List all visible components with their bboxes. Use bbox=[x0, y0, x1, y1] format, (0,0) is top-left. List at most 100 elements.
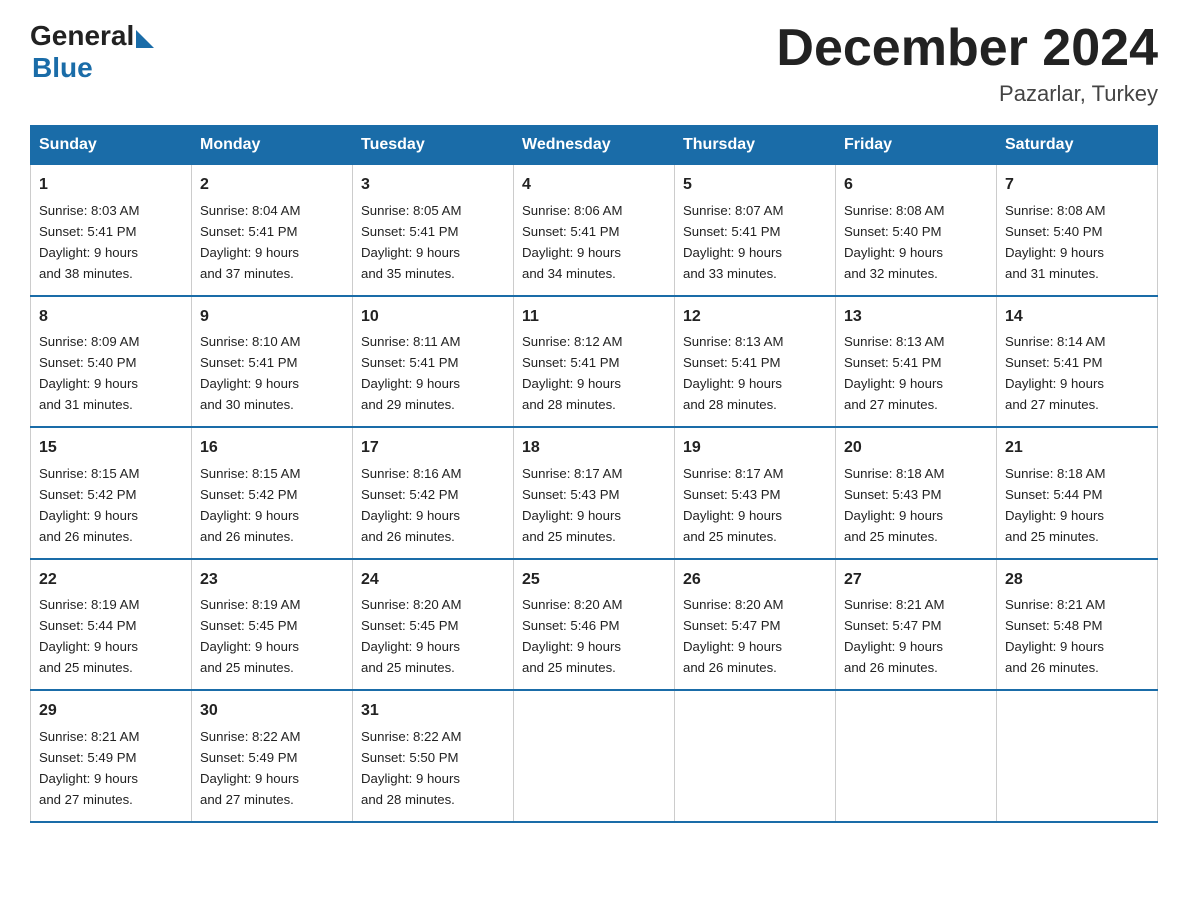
day-number: 15 bbox=[39, 436, 183, 461]
calendar-cell: 25 Sunrise: 8:20 AMSunset: 5:46 PMDayligh… bbox=[514, 559, 675, 690]
calendar-cell: 12 Sunrise: 8:13 AMSunset: 5:41 PMDayligh… bbox=[675, 296, 836, 427]
day-info: Sunrise: 8:16 AMSunset: 5:42 PMDaylight:… bbox=[361, 466, 461, 544]
day-number: 26 bbox=[683, 568, 827, 593]
day-info: Sunrise: 8:13 AMSunset: 5:41 PMDaylight:… bbox=[844, 334, 944, 412]
day-number: 1 bbox=[39, 173, 183, 198]
day-number: 10 bbox=[361, 305, 505, 330]
calendar-cell: 20 Sunrise: 8:18 AMSunset: 5:43 PMDayligh… bbox=[836, 427, 997, 558]
day-number: 31 bbox=[361, 699, 505, 724]
calendar-cell: 18Sunrise: 8:17 AMSunset: 5:43 PMDayligh… bbox=[514, 427, 675, 558]
day-number: 14 bbox=[1005, 305, 1149, 330]
day-info: Sunrise: 8:08 AMSunset: 5:40 PMDaylight:… bbox=[844, 203, 944, 281]
day-number: 13 bbox=[844, 305, 988, 330]
calendar-cell: 22Sunrise: 8:19 AMSunset: 5:44 PMDayligh… bbox=[31, 559, 192, 690]
calendar-cell: 26 Sunrise: 8:20 AMSunset: 5:47 PMDayligh… bbox=[675, 559, 836, 690]
day-number: 21 bbox=[1005, 436, 1149, 461]
calendar-week-row: 8 Sunrise: 8:09 AMSunset: 5:40 PMDaylight… bbox=[31, 296, 1158, 427]
day-info: Sunrise: 8:04 AMSunset: 5:41 PMDaylight:… bbox=[200, 203, 300, 281]
calendar-cell: 14 Sunrise: 8:14 AMSunset: 5:41 PMDayligh… bbox=[997, 296, 1158, 427]
day-info: Sunrise: 8:21 AMSunset: 5:49 PMDaylight:… bbox=[39, 729, 139, 807]
logo-general-text: General bbox=[30, 20, 134, 52]
calendar-cell: 13 Sunrise: 8:13 AMSunset: 5:41 PMDayligh… bbox=[836, 296, 997, 427]
day-info: Sunrise: 8:18 AMSunset: 5:43 PMDaylight:… bbox=[844, 466, 944, 544]
day-info: Sunrise: 8:08 AMSunset: 5:40 PMDaylight:… bbox=[1005, 203, 1105, 281]
day-number: 2 bbox=[200, 173, 344, 198]
calendar-cell: 24Sunrise: 8:20 AMSunset: 5:45 PMDayligh… bbox=[353, 559, 514, 690]
day-info: Sunrise: 8:19 AMSunset: 5:44 PMDaylight:… bbox=[39, 597, 139, 675]
page-subtitle: Pazarlar, Turkey bbox=[776, 81, 1158, 107]
calendar-cell: 17 Sunrise: 8:16 AMSunset: 5:42 PMDayligh… bbox=[353, 427, 514, 558]
calendar-cell: 15 Sunrise: 8:15 AMSunset: 5:42 PMDayligh… bbox=[31, 427, 192, 558]
day-info: Sunrise: 8:03 AMSunset: 5:41 PMDaylight:… bbox=[39, 203, 139, 281]
page-title: December 2024 bbox=[776, 20, 1158, 77]
day-info: Sunrise: 8:18 AMSunset: 5:44 PMDaylight:… bbox=[1005, 466, 1105, 544]
day-number: 11 bbox=[522, 305, 666, 330]
header-saturday: Saturday bbox=[997, 126, 1158, 165]
day-info: Sunrise: 8:15 AMSunset: 5:42 PMDaylight:… bbox=[200, 466, 300, 544]
day-info: Sunrise: 8:22 AMSunset: 5:49 PMDaylight:… bbox=[200, 729, 300, 807]
day-info: Sunrise: 8:21 AMSunset: 5:48 PMDaylight:… bbox=[1005, 597, 1105, 675]
day-number: 8 bbox=[39, 305, 183, 330]
header-tuesday: Tuesday bbox=[353, 126, 514, 165]
page-header: General Blue December 2024 Pazarlar, Tur… bbox=[30, 20, 1158, 107]
calendar-cell: 28 Sunrise: 8:21 AMSunset: 5:48 PMDayligh… bbox=[997, 559, 1158, 690]
day-number: 7 bbox=[1005, 173, 1149, 198]
day-number: 25 bbox=[522, 568, 666, 593]
calendar-cell: 11Sunrise: 8:12 AMSunset: 5:41 PMDayligh… bbox=[514, 296, 675, 427]
day-number: 29 bbox=[39, 699, 183, 724]
day-info: Sunrise: 8:20 AMSunset: 5:47 PMDaylight:… bbox=[683, 597, 783, 675]
calendar-cell bbox=[675, 690, 836, 821]
calendar-cell: 4 Sunrise: 8:06 AMSunset: 5:41 PMDaylight… bbox=[514, 165, 675, 296]
day-info: Sunrise: 8:15 AMSunset: 5:42 PMDaylight:… bbox=[39, 466, 139, 544]
day-number: 3 bbox=[361, 173, 505, 198]
calendar-cell: 31 Sunrise: 8:22 AMSunset: 5:50 PMDayligh… bbox=[353, 690, 514, 821]
day-info: Sunrise: 8:09 AMSunset: 5:40 PMDaylight:… bbox=[39, 334, 139, 412]
day-info: Sunrise: 8:14 AMSunset: 5:41 PMDaylight:… bbox=[1005, 334, 1105, 412]
calendar-cell: 9Sunrise: 8:10 AMSunset: 5:41 PMDaylight… bbox=[192, 296, 353, 427]
day-info: Sunrise: 8:07 AMSunset: 5:41 PMDaylight:… bbox=[683, 203, 783, 281]
day-number: 30 bbox=[200, 699, 344, 724]
calendar-cell: 29 Sunrise: 8:21 AMSunset: 5:49 PMDayligh… bbox=[31, 690, 192, 821]
calendar-cell: 19Sunrise: 8:17 AMSunset: 5:43 PMDayligh… bbox=[675, 427, 836, 558]
day-info: Sunrise: 8:11 AMSunset: 5:41 PMDaylight:… bbox=[361, 334, 460, 412]
calendar-header-row: Sunday Monday Tuesday Wednesday Thursday… bbox=[31, 126, 1158, 165]
day-info: Sunrise: 8:13 AMSunset: 5:41 PMDaylight:… bbox=[683, 334, 783, 412]
header-friday: Friday bbox=[836, 126, 997, 165]
calendar-cell bbox=[514, 690, 675, 821]
calendar-cell: 1 Sunrise: 8:03 AMSunset: 5:41 PMDaylight… bbox=[31, 165, 192, 296]
day-info: Sunrise: 8:22 AMSunset: 5:50 PMDaylight:… bbox=[361, 729, 461, 807]
day-number: 5 bbox=[683, 173, 827, 198]
day-number: 6 bbox=[844, 173, 988, 198]
calendar-cell bbox=[836, 690, 997, 821]
calendar-cell: 30 Sunrise: 8:22 AMSunset: 5:49 PMDayligh… bbox=[192, 690, 353, 821]
calendar-week-row: 29 Sunrise: 8:21 AMSunset: 5:49 PMDayligh… bbox=[31, 690, 1158, 821]
calendar-cell: 21 Sunrise: 8:18 AMSunset: 5:44 PMDayligh… bbox=[997, 427, 1158, 558]
header-sunday: Sunday bbox=[31, 126, 192, 165]
day-number: 12 bbox=[683, 305, 827, 330]
calendar-cell: 8 Sunrise: 8:09 AMSunset: 5:40 PMDaylight… bbox=[31, 296, 192, 427]
calendar-week-row: 15 Sunrise: 8:15 AMSunset: 5:42 PMDayligh… bbox=[31, 427, 1158, 558]
calendar-cell bbox=[997, 690, 1158, 821]
day-info: Sunrise: 8:21 AMSunset: 5:47 PMDaylight:… bbox=[844, 597, 944, 675]
title-block: December 2024 Pazarlar, Turkey bbox=[776, 20, 1158, 107]
day-info: Sunrise: 8:20 AMSunset: 5:46 PMDaylight:… bbox=[522, 597, 622, 675]
day-info: Sunrise: 8:17 AMSunset: 5:43 PMDaylight:… bbox=[683, 466, 783, 544]
logo-triangle-icon bbox=[136, 30, 154, 48]
calendar-cell: 3Sunrise: 8:05 AMSunset: 5:41 PMDaylight… bbox=[353, 165, 514, 296]
day-number: 18 bbox=[522, 436, 666, 461]
day-info: Sunrise: 8:10 AMSunset: 5:41 PMDaylight:… bbox=[200, 334, 300, 412]
day-number: 4 bbox=[522, 173, 666, 198]
day-number: 23 bbox=[200, 568, 344, 593]
day-number: 17 bbox=[361, 436, 505, 461]
day-number: 27 bbox=[844, 568, 988, 593]
day-info: Sunrise: 8:06 AMSunset: 5:41 PMDaylight:… bbox=[522, 203, 622, 281]
day-number: 28 bbox=[1005, 568, 1149, 593]
calendar-cell: 27 Sunrise: 8:21 AMSunset: 5:47 PMDayligh… bbox=[836, 559, 997, 690]
header-wednesday: Wednesday bbox=[514, 126, 675, 165]
calendar-cell: 7 Sunrise: 8:08 AMSunset: 5:40 PMDaylight… bbox=[997, 165, 1158, 296]
calendar-week-row: 1 Sunrise: 8:03 AMSunset: 5:41 PMDaylight… bbox=[31, 165, 1158, 296]
calendar-week-row: 22Sunrise: 8:19 AMSunset: 5:44 PMDayligh… bbox=[31, 559, 1158, 690]
day-number: 20 bbox=[844, 436, 988, 461]
header-monday: Monday bbox=[192, 126, 353, 165]
day-number: 16 bbox=[200, 436, 344, 461]
